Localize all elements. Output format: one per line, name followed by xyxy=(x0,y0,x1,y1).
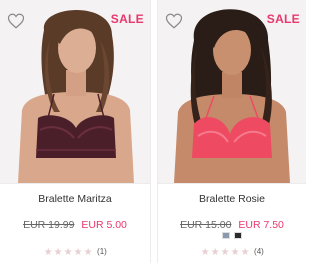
star-icon: ★ xyxy=(53,247,63,258)
sale-badge: SALE xyxy=(110,12,144,26)
review-count[interactable]: (4) xyxy=(254,247,264,256)
sale-badge: SALE xyxy=(266,12,300,26)
star-icon: ★ xyxy=(220,247,230,258)
star-icon: ★ xyxy=(43,247,53,258)
review-count[interactable]: (1) xyxy=(97,247,107,256)
original-price: EUR 19.99 xyxy=(23,219,75,231)
star-icon: ★ xyxy=(200,247,210,258)
product-price: EUR 19.99 EUR 5.00 xyxy=(0,219,150,231)
heart-outline-icon[interactable] xyxy=(7,12,25,30)
original-price: EUR 15.00 xyxy=(180,219,232,231)
product-card[interactable]: SALE Bralette Rosie EUR 15.00 EUR 7.50 ★… xyxy=(157,0,306,263)
product-name[interactable]: Bralette Rosie xyxy=(158,193,306,205)
divider xyxy=(158,183,306,184)
star-icon: ★ xyxy=(210,247,220,258)
star-rating: ★ ★ ★ ★ ★ (4) xyxy=(158,247,306,258)
product-card[interactable]: SALE Bralette Maritza EUR 19.99 EUR 5.00… xyxy=(0,0,151,263)
color-swatch-black[interactable] xyxy=(234,232,242,239)
product-price: EUR 15.00 EUR 7.50 xyxy=(158,219,306,231)
star-icon: ★ xyxy=(73,247,83,258)
star-icon: ★ xyxy=(230,247,240,258)
divider xyxy=(0,183,150,184)
star-rating: ★ ★ ★ ★ ★ (1) xyxy=(0,247,150,258)
sale-price: EUR 5.00 xyxy=(81,219,127,231)
color-swatches xyxy=(158,232,306,239)
star-icon: ★ xyxy=(83,247,93,258)
star-icon: ★ xyxy=(240,247,250,258)
color-swatch-blue-grey[interactable] xyxy=(222,232,230,239)
sale-price: EUR 7.50 xyxy=(238,219,284,231)
product-grid: SALE Bralette Maritza EUR 19.99 EUR 5.00… xyxy=(0,0,306,263)
product-name[interactable]: Bralette Maritza xyxy=(0,193,150,205)
heart-outline-icon[interactable] xyxy=(165,12,183,30)
star-icon: ★ xyxy=(63,247,73,258)
